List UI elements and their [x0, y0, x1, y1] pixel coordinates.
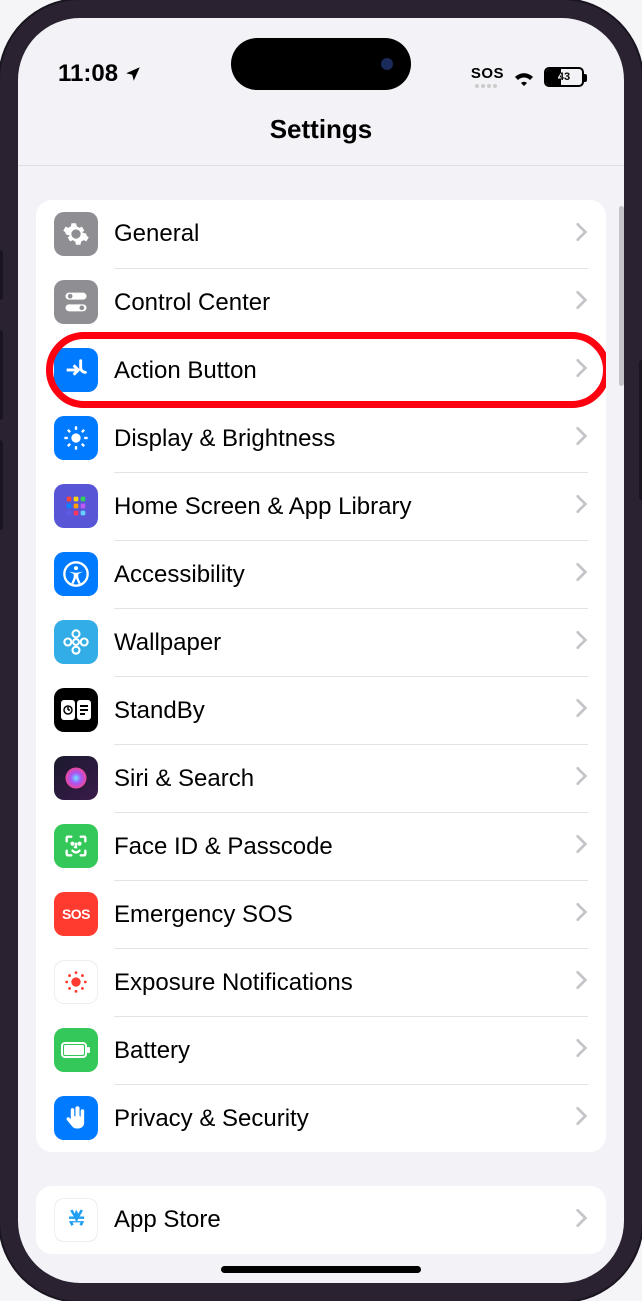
- standby-icon: [54, 688, 98, 732]
- settings-row-label: Control Center: [114, 289, 566, 317]
- cellular-dots-icon: [475, 84, 497, 88]
- exposure-icon: [54, 960, 98, 1004]
- battery-percentage: 43: [546, 71, 582, 83]
- settings-row-label: Emergency SOS: [114, 901, 566, 929]
- chevron-right-icon: [574, 901, 588, 928]
- settings-row-exposure-notifications[interactable]: Exposure Notifications: [36, 948, 606, 1016]
- settings-row-home-screen[interactable]: Home Screen & App Library: [36, 472, 606, 540]
- sos-indicator: SOS: [471, 65, 504, 82]
- settings-row-control-center[interactable]: Control Center: [36, 268, 606, 336]
- settings-row-label: Battery: [114, 1037, 566, 1065]
- home-indicator[interactable]: [221, 1266, 421, 1273]
- chevron-right-icon: [574, 969, 588, 996]
- faceid-icon: [54, 824, 98, 868]
- chevron-right-icon: [574, 1105, 588, 1132]
- grid-icon: [54, 484, 98, 528]
- chevron-right-icon: [574, 697, 588, 724]
- settings-row-label: StandBy: [114, 697, 566, 725]
- chevron-right-icon: [574, 493, 588, 520]
- chevron-right-icon: [574, 1207, 588, 1234]
- chevron-right-icon: [574, 221, 588, 248]
- status-time: 11:08: [58, 60, 118, 88]
- settings-row-label: Accessibility: [114, 561, 566, 589]
- volume-up-button: [0, 330, 3, 420]
- chevron-right-icon: [574, 561, 588, 588]
- sos-icon: SOS: [54, 892, 98, 936]
- settings-row-action-button[interactable]: Action Button: [36, 336, 606, 404]
- screen: 11:08 SOS 43 Settings: [18, 18, 624, 1283]
- volume-down-button: [0, 440, 3, 530]
- gear-icon: [54, 212, 98, 256]
- hand-icon: [54, 1096, 98, 1140]
- chevron-right-icon: [574, 833, 588, 860]
- settings-row-label: Action Button: [114, 357, 566, 385]
- chevron-right-icon: [574, 357, 588, 384]
- settings-list[interactable]: General Control Center Action Button Displa…: [18, 166, 624, 1283]
- scroll-indicator[interactable]: [619, 206, 624, 386]
- nav-title: Settings: [18, 96, 624, 166]
- sun-icon: [54, 416, 98, 460]
- chevron-right-icon: [574, 629, 588, 656]
- settings-row-app-store[interactable]: App Store: [36, 1186, 606, 1254]
- settings-row-battery[interactable]: Battery: [36, 1016, 606, 1084]
- appstore-icon: [54, 1198, 98, 1242]
- settings-row-label: App Store: [114, 1206, 566, 1234]
- settings-row-faceid-passcode[interactable]: Face ID & Passcode: [36, 812, 606, 880]
- settings-row-label: Home Screen & App Library: [114, 493, 566, 521]
- settings-row-wallpaper[interactable]: Wallpaper: [36, 608, 606, 676]
- chevron-right-icon: [574, 1037, 588, 1064]
- settings-row-label: General: [114, 220, 566, 248]
- action-button-icon: [54, 348, 98, 392]
- settings-row-label: Privacy & Security: [114, 1105, 566, 1133]
- dynamic-island: [231, 38, 411, 90]
- flower-icon: [54, 620, 98, 664]
- chevron-right-icon: [574, 425, 588, 452]
- side-button: [0, 250, 3, 300]
- chevron-right-icon: [574, 765, 588, 792]
- location-icon: [124, 65, 142, 83]
- battery-icon: [54, 1028, 98, 1072]
- settings-row-label: Siri & Search: [114, 765, 566, 793]
- chevron-right-icon: [574, 289, 588, 316]
- settings-row-label: Wallpaper: [114, 629, 566, 657]
- settings-row-accessibility[interactable]: Accessibility: [36, 540, 606, 608]
- phone-frame: 11:08 SOS 43 Settings: [0, 0, 642, 1301]
- settings-row-label: Face ID & Passcode: [114, 833, 566, 861]
- switches-icon: [54, 280, 98, 324]
- wifi-icon: [512, 68, 536, 86]
- settings-row-emergency-sos[interactable]: SOS Emergency SOS: [36, 880, 606, 948]
- settings-row-general[interactable]: General: [36, 200, 606, 268]
- accessibility-icon: [54, 552, 98, 596]
- settings-row-display-brightness[interactable]: Display & Brightness: [36, 404, 606, 472]
- settings-row-label: Display & Brightness: [114, 425, 566, 453]
- siri-icon: [54, 756, 98, 800]
- settings-row-label: Exposure Notifications: [114, 969, 566, 997]
- camera-dot: [381, 58, 393, 70]
- battery-icon: 43: [544, 67, 584, 87]
- settings-row-siri-search[interactable]: Siri & Search: [36, 744, 606, 812]
- settings-row-privacy-security[interactable]: Privacy & Security: [36, 1084, 606, 1152]
- settings-row-standby[interactable]: StandBy: [36, 676, 606, 744]
